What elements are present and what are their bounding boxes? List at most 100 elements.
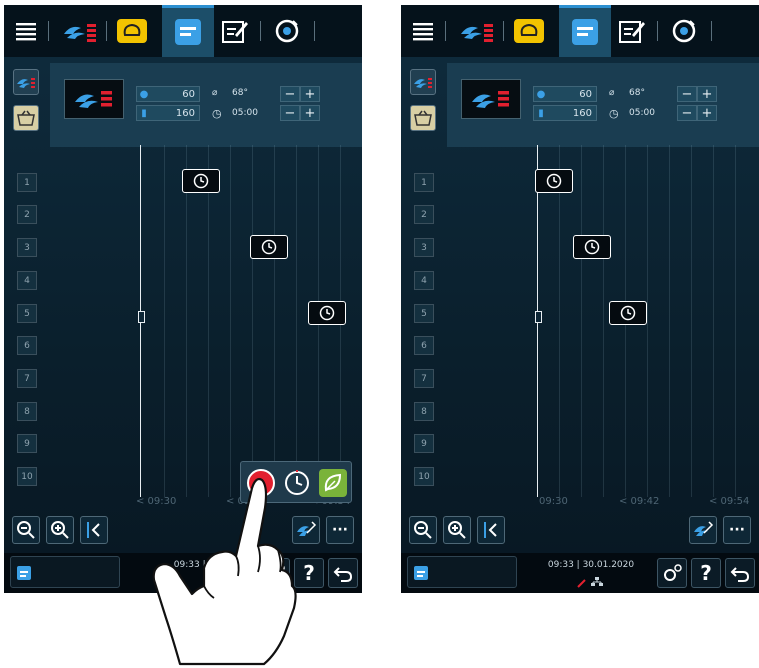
- shelf-label[interactable]: 2: [17, 205, 37, 224]
- zoom-out-icon: [414, 521, 432, 539]
- cooking-mode-side-button[interactable]: [13, 69, 39, 95]
- core-temp-plus-button[interactable]: +: [697, 86, 717, 102]
- favorites-button[interactable]: [114, 15, 150, 47]
- divider: [314, 21, 315, 41]
- favorites-button[interactable]: [511, 15, 547, 47]
- shelf-label[interactable]: 4: [414, 271, 434, 290]
- shelf-label[interactable]: 7: [17, 369, 37, 388]
- shelf-label[interactable]: 8: [17, 402, 37, 421]
- temperature-icon: ▮: [141, 107, 147, 119]
- start-now-button[interactable]: [245, 468, 277, 498]
- timer-icon: [261, 239, 277, 255]
- timer-card-shelf-1[interactable]: [535, 169, 573, 193]
- start-timer-button[interactable]: [281, 468, 313, 498]
- shelf-label[interactable]: 9: [414, 434, 434, 453]
- cooking-modes-icon: [64, 24, 96, 42]
- back-arrow-icon: [333, 567, 353, 582]
- basket-button[interactable]: [410, 105, 436, 131]
- shelf-label[interactable]: 1: [414, 173, 434, 192]
- core-temp-minus-button[interactable]: −: [280, 86, 300, 102]
- timer-card-shelf-3[interactable]: [250, 235, 288, 259]
- settings-button[interactable]: [260, 558, 290, 588]
- core-temp-plus-button[interactable]: +: [300, 86, 320, 102]
- menu-button[interactable]: [411, 15, 435, 47]
- zoom-out-icon: [17, 521, 35, 539]
- cooking-modes-button[interactable]: [60, 15, 100, 47]
- eco-button[interactable]: [317, 468, 349, 498]
- cooking-modes-icon: [461, 24, 493, 42]
- current-time-handle[interactable]: [535, 311, 542, 323]
- zoom-in-button[interactable]: [443, 516, 471, 544]
- service-icon: [577, 573, 587, 592]
- programming-icon: [222, 21, 248, 43]
- shelf-label[interactable]: 2: [414, 205, 434, 224]
- zoom-in-icon: [51, 521, 69, 539]
- timeline-gridline: [208, 145, 209, 497]
- time-minus-button[interactable]: −: [677, 105, 697, 121]
- programming-button[interactable]: [220, 15, 250, 47]
- time-plus-button[interactable]: +: [697, 105, 717, 121]
- basket-button[interactable]: [13, 105, 39, 131]
- zoom-out-button[interactable]: [12, 516, 40, 544]
- cooking-mode-side-button[interactable]: [410, 69, 436, 95]
- shelf-label[interactable]: 1: [17, 173, 37, 192]
- care-button[interactable]: [272, 15, 302, 47]
- back-button[interactable]: [725, 558, 755, 588]
- gears-icon: [267, 564, 285, 581]
- core-temp-minus-button[interactable]: −: [677, 86, 697, 102]
- shelf-label[interactable]: 5: [414, 304, 434, 323]
- shelf-label[interactable]: 6: [414, 336, 434, 355]
- active-program-box[interactable]: [407, 556, 517, 588]
- cook-mode-select-button[interactable]: [292, 516, 320, 544]
- humidity-field[interactable]: ● 60: [533, 86, 597, 102]
- shelf-label[interactable]: 3: [17, 238, 37, 257]
- temperature-field[interactable]: ▮ 160: [136, 105, 200, 121]
- menu-button[interactable]: [14, 15, 38, 47]
- cooking-mode-program-button[interactable]: [64, 79, 124, 119]
- help-button[interactable]: ?: [691, 558, 721, 588]
- help-button[interactable]: ?: [294, 558, 324, 588]
- humidity-field[interactable]: ● 60: [136, 86, 200, 102]
- shelf-label[interactable]: 10: [414, 467, 434, 486]
- jump-to-now-button[interactable]: [80, 516, 108, 544]
- timeline-gridline: [186, 145, 187, 497]
- back-button[interactable]: [328, 558, 358, 588]
- jump-to-now-button[interactable]: [477, 516, 505, 544]
- start-options-popup: [240, 461, 352, 503]
- more-options-button[interactable]: ···: [326, 516, 354, 544]
- shelf-label[interactable]: 8: [414, 402, 434, 421]
- time-minus-button[interactable]: −: [280, 105, 300, 121]
- temperature-field[interactable]: ▮ 160: [533, 105, 597, 121]
- zoom-in-button[interactable]: [46, 516, 74, 544]
- core-temp-value: 68°: [232, 88, 248, 98]
- zoom-out-button[interactable]: [409, 516, 437, 544]
- shelf-label[interactable]: 7: [414, 369, 434, 388]
- humidity-icon: ●: [139, 88, 149, 100]
- timeline-gridline: [713, 145, 714, 497]
- shelf-label[interactable]: 3: [414, 238, 434, 257]
- shelf-label[interactable]: 9: [17, 434, 37, 453]
- care-button[interactable]: [669, 15, 699, 47]
- more-options-button[interactable]: ···: [723, 516, 751, 544]
- cooking-modes-button[interactable]: [457, 15, 497, 47]
- shelf-label[interactable]: 6: [17, 336, 37, 355]
- settings-button[interactable]: [657, 558, 687, 588]
- shelf-label[interactable]: 10: [17, 467, 37, 486]
- shelf-label[interactable]: 5: [17, 304, 37, 323]
- time-plus-button[interactable]: +: [300, 105, 320, 121]
- timer-card-shelf-1[interactable]: [182, 169, 220, 193]
- timeline-gridline: [735, 145, 736, 497]
- timeline-gridline: [559, 145, 560, 497]
- current-time-handle[interactable]: [138, 311, 145, 323]
- shelf-label[interactable]: 4: [17, 271, 37, 290]
- tab-icombi-planner[interactable]: [162, 5, 214, 57]
- timer-card-shelf-5[interactable]: [308, 301, 346, 325]
- active-program-box[interactable]: [10, 556, 120, 588]
- timer-card-shelf-5[interactable]: [609, 301, 647, 325]
- tab-icombi-planner[interactable]: [559, 5, 611, 57]
- timeline-gridline: [669, 145, 670, 497]
- cooking-mode-program-button[interactable]: [461, 79, 521, 119]
- cook-mode-select-button[interactable]: [689, 516, 717, 544]
- timer-card-shelf-3[interactable]: [573, 235, 611, 259]
- programming-button[interactable]: [617, 15, 647, 47]
